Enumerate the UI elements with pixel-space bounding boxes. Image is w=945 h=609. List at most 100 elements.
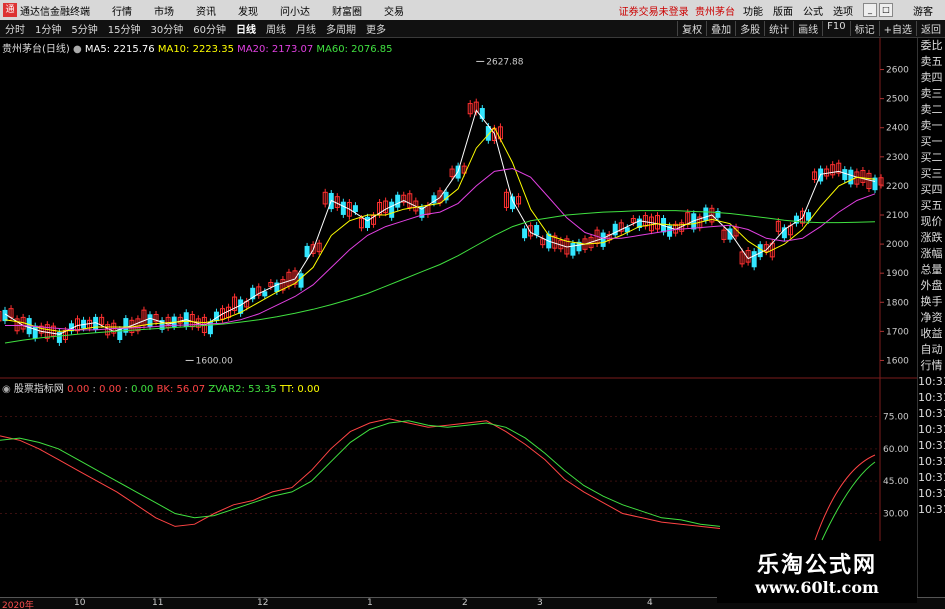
candle-body (570, 243, 576, 256)
quote-side-panel[interactable]: 委比 卖五 卖四 卖三 卖二 卖一 买一 买二 买三 买四 买五 现价 涨跌 涨幅 总量 外盘 换手 净资 收益 自动… (917, 38, 945, 598)
ma-line-ma5 (4, 109, 876, 335)
quote-field[interactable]: 换手 (918, 294, 945, 310)
site-watermark: 乐淘公式网 www.60lt.com (717, 541, 917, 603)
indicator-tick-label: 45.00 (883, 477, 909, 487)
indicator-tick-label: 60.00 (883, 445, 909, 455)
quote-field[interactable]: 10:31 (918, 486, 945, 502)
candle-body (848, 169, 854, 185)
candle-body (757, 244, 763, 258)
indicator-lines (0, 418, 876, 541)
indicator-tick-label: 30.00 (883, 509, 909, 519)
quote-field[interactable]: 10:31 (918, 470, 945, 486)
quote-field[interactable]: 10:31 (918, 406, 945, 422)
candle-body (872, 177, 878, 191)
date-tick-label: 2020年 (2, 601, 34, 609)
price-tick-label: 2200 (886, 182, 909, 192)
date-tick-label: 12 (257, 598, 269, 608)
quote-field[interactable]: 10:31 (918, 390, 945, 406)
indicator-legend: ◉ 股票指标网 0.00 : 0.00 : 0.00 BK: 56.07 ZVA… (2, 384, 320, 395)
quote-field[interactable]: 卖二 (918, 102, 945, 118)
price-tick-label: 2500 (886, 95, 909, 105)
bk-label: BK: 56.07 (156, 384, 206, 395)
price-axis: 2600 2500 2400 2300 2200 2100 2000 1900 1800 1700… (880, 66, 909, 519)
quote-field[interactable]: 卖五 (918, 54, 945, 70)
zvar2-tail (821, 461, 876, 541)
date-tick-label: 11 (152, 598, 164, 608)
price-tick-label: 2000 (886, 240, 909, 250)
candle-body (304, 245, 310, 258)
indicator-title[interactable]: 股票指标网 (14, 384, 64, 395)
date-tick-label: 10 (74, 598, 86, 608)
date-tick-label: 2 (462, 598, 468, 608)
candle-body (340, 201, 346, 215)
candle-body (522, 228, 528, 239)
quote-field[interactable]: 10:31 (918, 438, 945, 454)
quote-field[interactable]: 买二 (918, 150, 945, 166)
indicator-value-3: 0.00 (131, 384, 154, 395)
indicator-value-1: 0.00 (67, 384, 90, 395)
indicator-value-2: 0.00 (99, 384, 122, 395)
ma10-label: MA10: 2223.35 (157, 44, 234, 55)
candle-body (842, 169, 848, 181)
quote-field[interactable]: 委比 (918, 38, 945, 54)
quote-field[interactable]: 涨跌 (918, 230, 945, 246)
watermark-url: www.60lt.com (755, 578, 879, 597)
quote-field[interactable]: 10:31 (918, 454, 945, 470)
date-tick-label: 1 (367, 598, 373, 608)
quote-field[interactable]: 10:31 (918, 422, 945, 438)
quote-field[interactable]: 10:31 (918, 502, 945, 518)
quote-field[interactable]: 涨幅 (918, 246, 945, 262)
candle-body (0, 311, 2, 322)
candle-body (395, 194, 401, 208)
price-tick-label: 2400 (886, 124, 909, 134)
candle-body (751, 251, 757, 268)
price-tick-label: 1700 (886, 327, 909, 337)
candle-body (703, 207, 709, 221)
price-tick-label: 2100 (886, 211, 909, 221)
indicator-line-bk (0, 418, 721, 529)
quote-field[interactable]: 净资 (918, 310, 945, 326)
date-tick-label: 4 (647, 598, 653, 608)
date-tick-label: 3 (537, 598, 543, 608)
price-tick-label: 2300 (886, 153, 909, 163)
chart-legend: 贵州茅台(日线) ● MA5: 2215.76 MA10: 2223.35 MA… (2, 44, 393, 55)
indicator-line-zvar2 (0, 420, 721, 527)
quote-field[interactable]: 行情 (918, 358, 945, 374)
ma-line-ma10 (4, 126, 876, 332)
candle-body (389, 201, 395, 218)
candle-body (600, 232, 606, 247)
candle-body (534, 224, 540, 236)
ma5-label: MA5: 2215.76 (84, 44, 155, 55)
quote-field[interactable]: 卖四 (918, 70, 945, 86)
quote-field[interactable]: 外盘 (918, 278, 945, 294)
high-price-label: 2627.88 (486, 57, 523, 67)
candle-body (262, 291, 268, 297)
quote-field[interactable]: 买三 (918, 166, 945, 182)
candle-body (32, 325, 38, 339)
watermark-title: 乐淘公式网 (756, 553, 877, 578)
quote-field[interactable]: 10:31 (918, 374, 945, 390)
ma20-label: MA20: 2173.07 (237, 44, 314, 55)
candle-body (365, 216, 370, 229)
candle-body (806, 212, 812, 221)
ma60-label: MA60: 2076.85 (316, 44, 393, 55)
price-tick-label: 1600 (886, 356, 909, 366)
quote-field[interactable]: 总量 (918, 262, 945, 278)
quote-field[interactable]: 自动 (918, 342, 945, 358)
quote-field[interactable]: 收益 (918, 326, 945, 342)
candle-body (352, 205, 358, 213)
price-tick-label: 1900 (886, 269, 909, 279)
zvar2-label: ZVAR2: 53.35 (208, 384, 277, 395)
tt-label: TT: 0.00 (279, 384, 320, 395)
quote-field[interactable]: 买四 (918, 182, 945, 198)
candlesticks (0, 98, 884, 346)
quote-field[interactable]: 买五 (918, 198, 945, 214)
quote-field[interactable]: 买一 (918, 134, 945, 150)
quote-field[interactable]: 卖三 (918, 86, 945, 102)
kline-chart[interactable]: 2627.881600.00 2600250024002300220021002… (0, 0, 945, 609)
price-tick-label: 2600 (886, 66, 909, 76)
quote-field[interactable]: 现价 (918, 214, 945, 230)
quote-field[interactable]: 卖一 (918, 118, 945, 134)
low-price-label: 1600.00 (196, 356, 233, 366)
price-tick-label: 1800 (886, 298, 909, 308)
